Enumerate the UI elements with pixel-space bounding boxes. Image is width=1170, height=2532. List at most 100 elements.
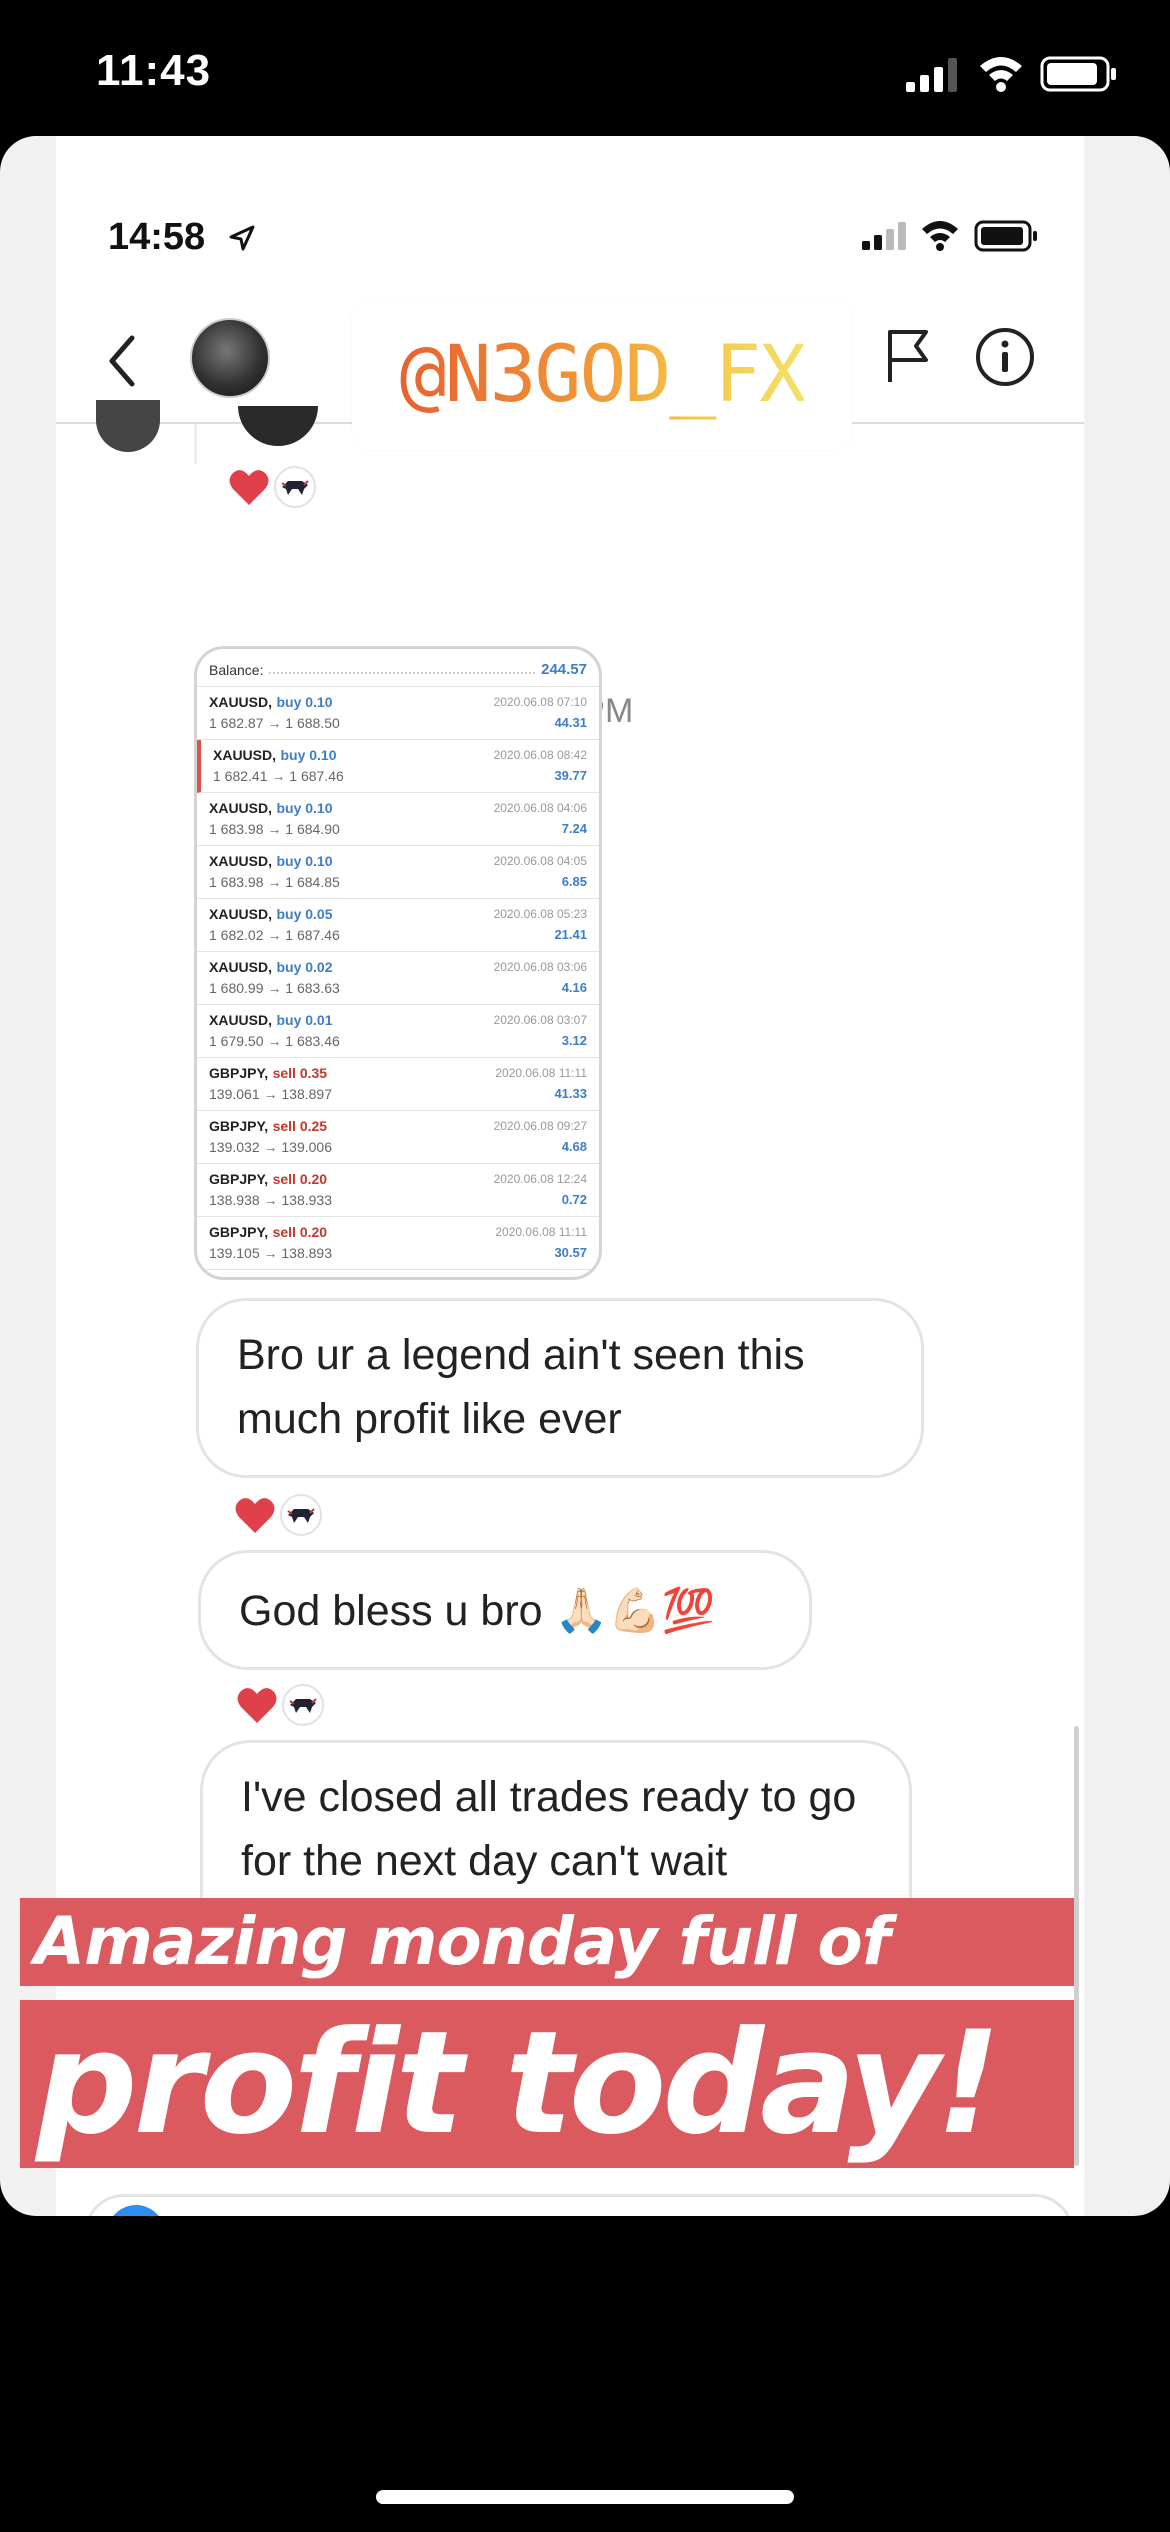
trade-profit: 3.12: [561, 1033, 587, 1048]
screenshot-battery-icon: [974, 220, 1037, 252]
trade-row: XAUUSD, buy 0.10 1 682.87 → 1 688.50 2020.…: [197, 687, 599, 740]
trade-row: GBPJPY, sell 0.20 139.105 → 138.893 2020.0…: [197, 1217, 599, 1270]
trade-prices: 139.032 → 139.006: [209, 1139, 332, 1155]
trade-profit: 44.31: [554, 715, 587, 730]
message-reactions[interactable]: [234, 1494, 322, 1536]
trade-prices: 1 682.41 → 1 687.46: [213, 768, 344, 784]
username-sticker: @N3GOD_FX: [352, 300, 852, 450]
caption-line-1: Amazing monday full of: [20, 1898, 1074, 1986]
trade-date: 2020.06.08 03:07: [493, 1013, 587, 1027]
trade-direction: buy 0.02: [276, 959, 333, 975]
scrollbar[interactable]: [1074, 1726, 1079, 2166]
trade-date: 2020.06.08 05:23: [493, 907, 587, 921]
trade-symbol: GBPJPY,: [209, 1118, 269, 1134]
trade-symbol: XAUUSD,: [209, 906, 273, 922]
trade-profit: 39.77: [554, 768, 587, 783]
trade-profit: 30.57: [554, 1245, 587, 1260]
message-reactions[interactable]: [236, 1684, 324, 1726]
trade-symbol: GBPJPY,: [209, 1171, 269, 1187]
trade-direction: buy 0.10: [276, 800, 333, 816]
bull-logo-icon: [281, 480, 309, 495]
back-icon[interactable]: [102, 332, 142, 390]
trade-prices: 138.938 → 138.933: [209, 1192, 332, 1208]
trade-row: XAUUSD, buy 0.05 1 682.02 → 1 687.46 2020.…: [197, 899, 599, 952]
trade-date: 2020.06.08 11:11: [495, 1225, 587, 1239]
trade-prices: 139.105 → 138.893: [209, 1245, 332, 1261]
message-bubble[interactable]: God bless u bro 🙏🏻💪🏻💯: [198, 1550, 812, 1670]
balance-label: Balance:: [209, 662, 264, 678]
trade-symbol: GBPJPY,: [209, 1065, 269, 1081]
trade-prices: 1 683.98 → 1 684.85: [209, 874, 340, 890]
heart-reaction-icon: [235, 1498, 275, 1533]
trade-symbol: GBPJPY,: [209, 1224, 269, 1240]
trade-list: XAUUSD, buy 0.10 1 682.87 → 1 688.50 2020.…: [197, 687, 599, 1270]
trade-symbol: XAUUSD,: [209, 853, 273, 869]
screenshot-signal-icon: [862, 222, 906, 250]
trade-direction: buy 0.01: [276, 1012, 333, 1028]
trade-direction: buy 0.10: [280, 747, 337, 763]
trade-symbol: XAUUSD,: [209, 959, 273, 975]
trade-profit: 6.85: [561, 874, 587, 889]
previous-message-bubble: [238, 406, 318, 446]
message-reactions[interactable]: [228, 466, 316, 508]
trade-history-image[interactable]: Balance: 244.57 XAUUSD, buy 0.10 1 682.87…: [194, 646, 602, 1280]
balance-dots: [269, 672, 536, 674]
message-text: I've closed all trades ready to go for t…: [241, 1773, 857, 1885]
trade-date: 2020.06.08 09:27: [493, 1119, 587, 1133]
trade-symbol: XAUUSD,: [209, 694, 273, 710]
heart-reaction-icon: [237, 1688, 277, 1723]
trade-direction: buy 0.10: [276, 694, 333, 710]
trade-profit: 4.16: [561, 980, 587, 995]
trade-date: 2020.06.08 04:06: [493, 801, 587, 815]
report-flag-icon[interactable]: [884, 326, 932, 386]
trade-profit: 0.72: [561, 1192, 587, 1207]
trade-direction: sell 0.20: [272, 1224, 328, 1240]
heart-reaction-icon: [229, 470, 269, 505]
trade-row: GBPJPY, sell 0.35 139.061 → 138.897 2020.0…: [197, 1058, 599, 1111]
info-icon[interactable]: [974, 326, 1036, 388]
trade-row: GBPJPY, sell 0.25 139.032 → 139.006 2020.0…: [197, 1111, 599, 1164]
trade-date: 2020.06.08 07:10: [493, 695, 587, 709]
trade-row: XAUUSD, buy 0.01 1 679.50 → 1 683.46 2020.…: [197, 1005, 599, 1058]
bull-logo-icon: [287, 1508, 315, 1523]
trade-direction: sell 0.20: [272, 1171, 328, 1187]
previous-message-avatar: [96, 400, 160, 452]
message-text: God bless u bro 🙏🏻💪🏻💯: [239, 1587, 716, 1635]
trade-date: 2020.06.08 12:24: [493, 1172, 587, 1186]
camera-icon[interactable]: [107, 2205, 165, 2216]
trade-row: XAUUSD, buy 0.10 1 682.41 → 1 687.46 2020.…: [197, 740, 599, 793]
message-input[interactable]: [84, 2194, 1074, 2216]
trade-symbol: XAUUSD,: [213, 747, 277, 763]
trade-date: 2020.06.08 03:06: [493, 960, 587, 974]
trade-prices: 1 679.50 → 1 683.46: [209, 1033, 340, 1049]
trade-profit: 21.41: [554, 927, 587, 942]
trade-symbol: XAUUSD,: [209, 1012, 273, 1028]
contact-avatar[interactable]: [190, 318, 270, 398]
cellular-signal-icon: [906, 58, 957, 92]
trade-symbol: XAUUSD,: [209, 800, 273, 816]
trade-profit: 41.33: [554, 1086, 587, 1101]
trade-prices: 1 682.87 → 1 688.50: [209, 715, 340, 731]
trade-profit: 7.24: [561, 821, 587, 836]
caption-line-2: profit today!: [20, 2000, 1074, 2168]
trade-row: XAUUSD, buy 0.02 1 680.99 → 1 683.63 2020.…: [197, 952, 599, 1005]
location-arrow-icon: [229, 225, 255, 251]
status-bar-time: 11:43: [96, 46, 212, 95]
trade-direction: buy 0.05: [276, 906, 333, 922]
trade-row: GBPJPY, sell 0.20 138.938 → 138.933 2020.0…: [197, 1164, 599, 1217]
reactor-avatar: [274, 466, 316, 508]
balance-row: Balance: 244.57: [197, 649, 599, 687]
trade-prices: 1 683.98 → 1 684.90: [209, 821, 340, 837]
reactor-avatar: [282, 1684, 324, 1726]
message-bubble[interactable]: Bro ur a legend ain't seen this much pro…: [196, 1298, 924, 1478]
username-sticker-text: @N3GOD_FX: [399, 330, 807, 420]
screenshot-wifi-icon: [922, 221, 958, 251]
bull-logo-icon: [289, 1698, 317, 1713]
screenshot-status-time: 14:58: [108, 216, 206, 258]
battery-icon: [1040, 56, 1116, 92]
trade-profit: 4.68: [561, 1139, 587, 1154]
trade-prices: 1 682.02 → 1 687.46: [209, 927, 340, 943]
home-indicator[interactable]: [376, 2490, 794, 2504]
trade-prices: 1 680.99 → 1 683.63: [209, 980, 340, 996]
previous-message-divider: [194, 424, 197, 464]
